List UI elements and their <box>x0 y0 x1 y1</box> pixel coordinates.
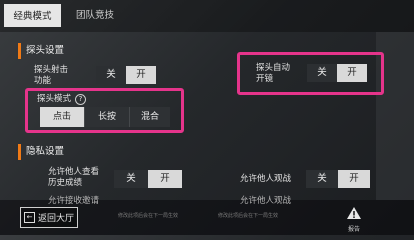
peek-fire-toggle[interactable]: 关 开 <box>96 66 156 84</box>
cut-off-setting-label: 允许接收邀请 <box>48 196 100 206</box>
hint-text-1: 修改此项后会在下一局生效 <box>118 213 179 219</box>
allow-spectate-on-option[interactable]: 开 <box>338 170 370 188</box>
report-label: 报告 <box>347 226 360 233</box>
peek-fire-off-option[interactable]: 关 <box>96 66 126 84</box>
report-button[interactable]: 报告 <box>344 205 364 233</box>
help-icon[interactable]: ? <box>75 94 87 105</box>
allow-view-history-line1: 允许他人查看 <box>48 167 100 177</box>
peek-fire-label-line1: 探头射击 <box>34 65 69 75</box>
allow-view-history-toggle[interactable]: 关 开 <box>114 170 182 188</box>
back-to-lobby-button[interactable]: ← 返回大厅 <box>20 207 78 228</box>
peek-mode-tap-option[interactable]: 点击 <box>40 107 85 127</box>
auto-peek-label-line1: 探头自动 <box>256 63 291 73</box>
peek-settings-header: 探头设置 <box>18 43 208 59</box>
tab-classic-mode[interactable]: 经典模式 <box>4 4 61 27</box>
peek-fire-label-line2: 功能 <box>34 76 52 86</box>
peek-fire-on-option[interactable]: 开 <box>126 66 156 84</box>
hint-text-2: 修改此项后会在下一局生效 <box>218 213 279 219</box>
tab-team-deathmatch[interactable]: 团队竞技 <box>62 4 128 27</box>
peek-mode-hold-option[interactable]: 长按 <box>85 107 130 127</box>
back-to-lobby-label: 返回大厅 <box>38 214 75 224</box>
peek-mode-mixed-option[interactable]: 混合 <box>130 107 170 127</box>
auto-peek-on-option[interactable]: 开 <box>337 64 367 82</box>
cut-off-setting-label-2: 允许他人观战 <box>240 196 292 206</box>
peek-fire-label: 探头射击 功能 <box>34 65 68 87</box>
back-arrow-icon: ← <box>24 212 35 223</box>
auto-peek-label-line2: 开镜 <box>256 74 274 84</box>
auto-peek-toggle[interactable]: 关 开 <box>307 64 367 82</box>
allow-spectate-toggle[interactable]: 关 开 <box>306 170 370 188</box>
peek-mode-segment[interactable]: 点击 长按 混合 <box>40 107 170 127</box>
auto-peek-off-option[interactable]: 关 <box>307 64 337 82</box>
allow-spectate-off-option[interactable]: 关 <box>306 170 338 188</box>
warning-icon <box>347 207 361 219</box>
allow-view-history-line2: 历史成绩 <box>48 178 83 188</box>
peek-mode-label-row: 探头模式 ? <box>37 94 87 105</box>
privacy-settings-header: 隐私设置 <box>18 144 208 160</box>
allow-view-history-label: 允许他人查看 历史成绩 <box>48 167 99 189</box>
allow-view-history-on-option[interactable]: 开 <box>148 170 182 188</box>
peek-mode-label: 探头模式 <box>37 94 72 104</box>
allow-spectate-label: 允许他人观战 <box>240 174 292 184</box>
auto-peek-label: 探头自动 开镜 <box>256 63 290 85</box>
allow-view-history-off-option[interactable]: 关 <box>114 170 148 188</box>
